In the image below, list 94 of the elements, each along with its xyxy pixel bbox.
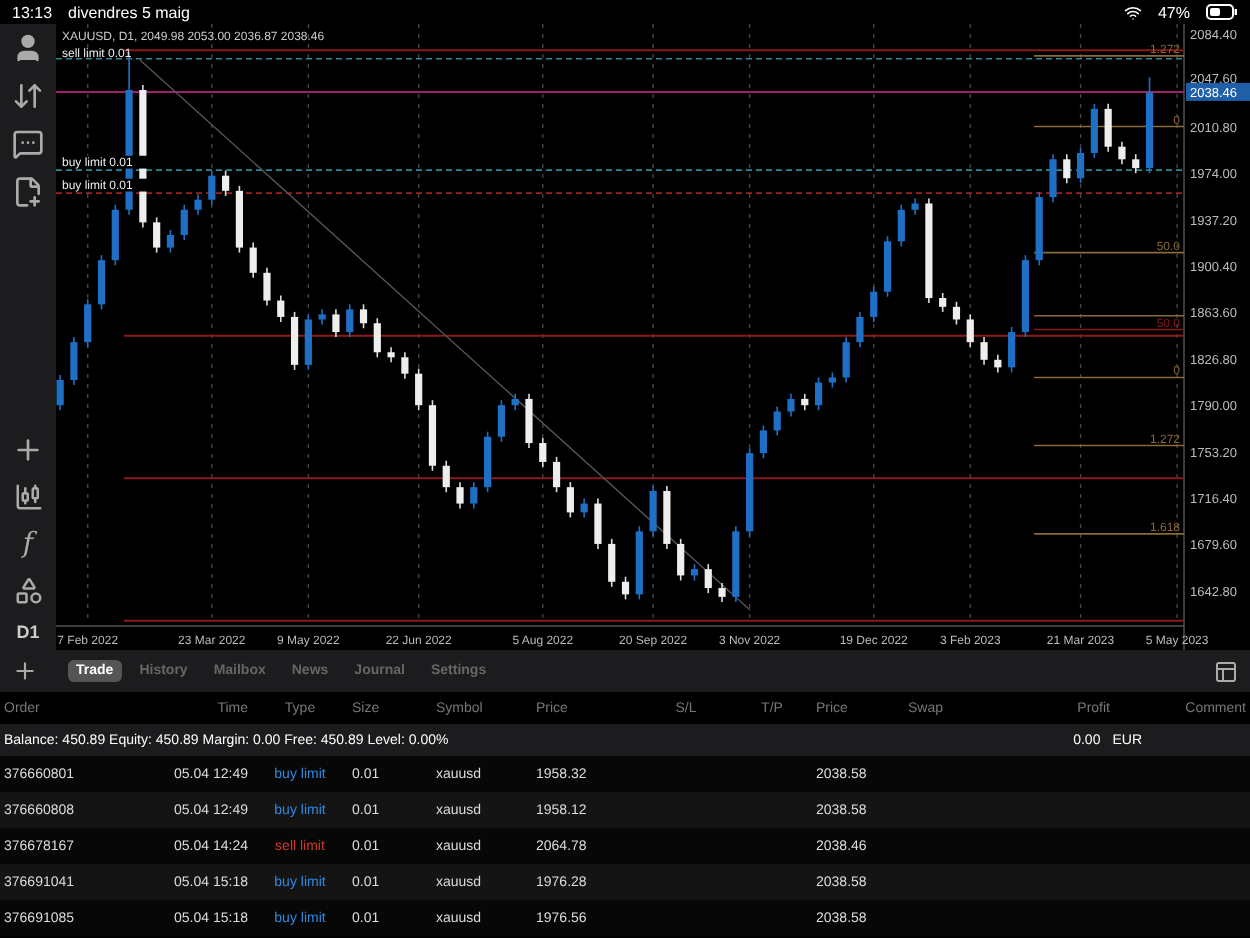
- candle: [70, 336, 78, 386]
- add-icon[interactable]: [12, 658, 38, 684]
- candle: [1118, 140, 1126, 166]
- candle: [635, 525, 643, 601]
- candle: [525, 393, 533, 449]
- user-icon[interactable]: [12, 32, 44, 64]
- candle: [690, 563, 699, 582]
- candle: [180, 203, 188, 241]
- candle: [373, 317, 381, 359]
- candle: [1035, 191, 1043, 267]
- candle: [870, 285, 878, 323]
- candle: [222, 169, 230, 197]
- candle: [773, 405, 781, 437]
- candle: [787, 393, 795, 418]
- candle: [1063, 153, 1071, 185]
- arrows-icon[interactable]: [12, 80, 44, 112]
- candle: [470, 481, 478, 510]
- candle: [828, 371, 836, 389]
- shapes-icon[interactable]: [13, 576, 43, 606]
- candle: [208, 169, 216, 206]
- crosshair-icon[interactable]: [12, 434, 44, 466]
- candle: [608, 538, 616, 588]
- candle: [56, 374, 64, 412]
- candle: [346, 303, 354, 338]
- candle: [925, 197, 933, 304]
- candle: [952, 301, 961, 326]
- document-plus-icon[interactable]: [12, 176, 44, 208]
- battery-percent: 47%: [1157, 3, 1190, 21]
- date: divendres 5 maig: [68, 3, 190, 21]
- candlestick-icon[interactable]: [13, 482, 43, 512]
- candle: [1008, 326, 1016, 374]
- candle: [883, 235, 892, 298]
- candle: [484, 430, 492, 494]
- candle: [746, 447, 754, 538]
- candle: [980, 336, 988, 366]
- candle: [415, 367, 423, 412]
- timeframe-button[interactable]: D1: [16, 622, 40, 650]
- candle: [387, 346, 395, 364]
- candle: [911, 197, 919, 216]
- candle: [649, 485, 657, 538]
- candle: [566, 481, 574, 519]
- candle: [732, 525, 740, 603]
- candle: [456, 481, 464, 510]
- candle: [1021, 254, 1029, 338]
- candle: [580, 497, 588, 519]
- function-button[interactable]: f: [22, 528, 34, 560]
- candle: [304, 313, 312, 371]
- candle: [511, 393, 519, 412]
- candle: [759, 424, 767, 459]
- candle: [842, 336, 850, 384]
- candle: [166, 229, 175, 254]
- candle: [194, 193, 202, 216]
- candle: [814, 376, 823, 412]
- chat-icon[interactable]: [12, 128, 44, 160]
- candle: [401, 351, 409, 380]
- candle: [1104, 103, 1112, 153]
- candle: [539, 437, 547, 468]
- candle: [249, 241, 257, 279]
- candle: [428, 399, 437, 472]
- candle: [332, 308, 340, 338]
- candle: [1077, 147, 1085, 185]
- candle: [1049, 153, 1057, 203]
- layout-icon[interactable]: [1214, 659, 1238, 683]
- candle: [235, 185, 243, 254]
- candle: [318, 308, 326, 326]
- clock: 13:13: [12, 3, 53, 21]
- battery-icon: [1206, 4, 1238, 20]
- candle: [442, 459, 450, 494]
- candle: [594, 497, 602, 550]
- candle: [801, 393, 809, 412]
- candle: [856, 311, 864, 348]
- candle: [939, 292, 947, 313]
- candle: [153, 216, 161, 254]
- candle: [277, 294, 285, 323]
- candle: [111, 203, 119, 267]
- candle: [263, 266, 271, 307]
- wifi-icon: [1123, 3, 1142, 21]
- candle: [97, 254, 106, 311]
- candle: [994, 353, 1002, 374]
- candle: [497, 399, 505, 443]
- candle: [552, 456, 561, 494]
- candle: [290, 311, 299, 371]
- candle: [1132, 153, 1140, 174]
- candle: [704, 563, 712, 594]
- candle: [897, 203, 905, 248]
- candle: [84, 298, 92, 348]
- candle: [677, 538, 685, 582]
- candle: [1090, 103, 1098, 159]
- candle: [663, 485, 671, 550]
- candle: [966, 313, 974, 348]
- candle: [1145, 76, 1154, 174]
- candle: [621, 575, 630, 601]
- candle: [718, 582, 726, 603]
- candle: [359, 303, 368, 330]
